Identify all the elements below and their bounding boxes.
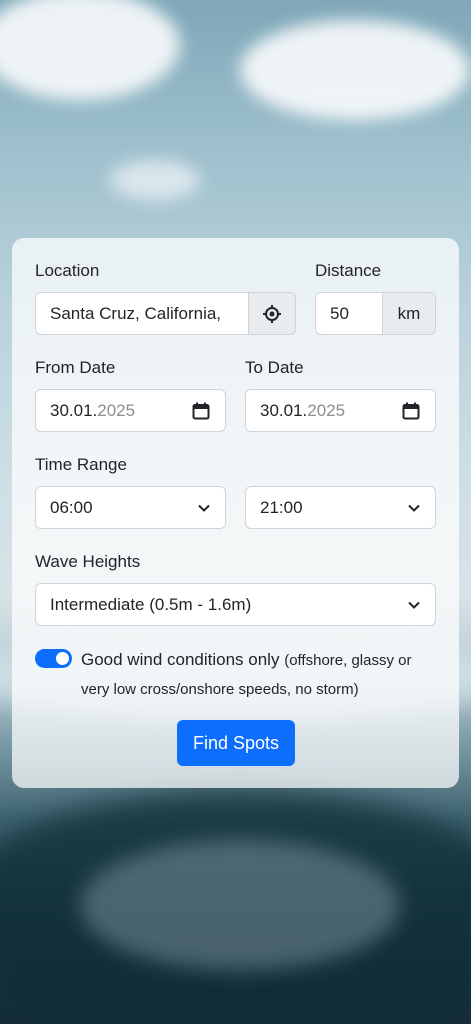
cloud bbox=[110, 160, 200, 200]
crosshair-icon bbox=[263, 304, 281, 323]
search-form-card: Location Santa Cruz, California, Distanc… bbox=[12, 238, 459, 788]
chevron-down-icon bbox=[198, 504, 210, 512]
distance-value: 50 bbox=[330, 303, 349, 323]
distance-unit-label: km bbox=[397, 303, 421, 323]
locate-button[interactable] bbox=[248, 292, 296, 335]
wave-heights-select[interactable]: Intermediate (0.5m - 1.6m) bbox=[35, 583, 436, 626]
to-date-year: 2025 bbox=[307, 400, 346, 420]
location-label: Location bbox=[35, 261, 100, 280]
distance-label: Distance bbox=[315, 261, 382, 280]
end-time-select[interactable]: 21:00 bbox=[245, 486, 436, 529]
location-input[interactable]: Santa Cruz, California, bbox=[35, 292, 249, 335]
to-date-day-month: 30.01. bbox=[260, 400, 308, 420]
wave-heights-value: Intermediate (0.5m - 1.6m) bbox=[50, 594, 252, 614]
calendar-icon[interactable] bbox=[192, 402, 210, 420]
chevron-down-icon bbox=[408, 601, 420, 609]
wave-foam bbox=[80, 840, 400, 970]
end-time-value: 21:00 bbox=[260, 497, 303, 517]
from-date-input[interactable]: 30.01. 2025 bbox=[35, 389, 226, 432]
from-date-day-month: 30.01. bbox=[50, 400, 98, 420]
cloud bbox=[240, 20, 470, 120]
calendar-icon[interactable] bbox=[402, 402, 420, 420]
wave-heights-label: Wave Heights bbox=[35, 552, 141, 571]
from-date-year: 2025 bbox=[97, 400, 136, 420]
cloud bbox=[0, 0, 180, 100]
wind-conditions-text: Good wind conditions only (offshore, gla… bbox=[81, 646, 443, 704]
location-value: Santa Cruz, California, bbox=[50, 303, 222, 323]
toggle-knob bbox=[56, 652, 69, 665]
find-spots-button[interactable]: Find Spots bbox=[177, 720, 295, 766]
start-time-select[interactable]: 06:00 bbox=[35, 486, 226, 529]
chevron-down-icon bbox=[408, 504, 420, 512]
to-date-label: To Date bbox=[245, 358, 304, 377]
wind-conditions-label: Good wind conditions only bbox=[81, 650, 280, 669]
to-date-input[interactable]: 30.01. 2025 bbox=[245, 389, 436, 432]
distance-input[interactable]: 50 bbox=[315, 292, 383, 335]
from-date-label: From Date bbox=[35, 358, 116, 377]
time-range-label: Time Range bbox=[35, 455, 127, 474]
wind-conditions-toggle[interactable] bbox=[35, 649, 72, 668]
distance-unit: km bbox=[382, 292, 436, 335]
start-time-value: 06:00 bbox=[50, 497, 93, 517]
